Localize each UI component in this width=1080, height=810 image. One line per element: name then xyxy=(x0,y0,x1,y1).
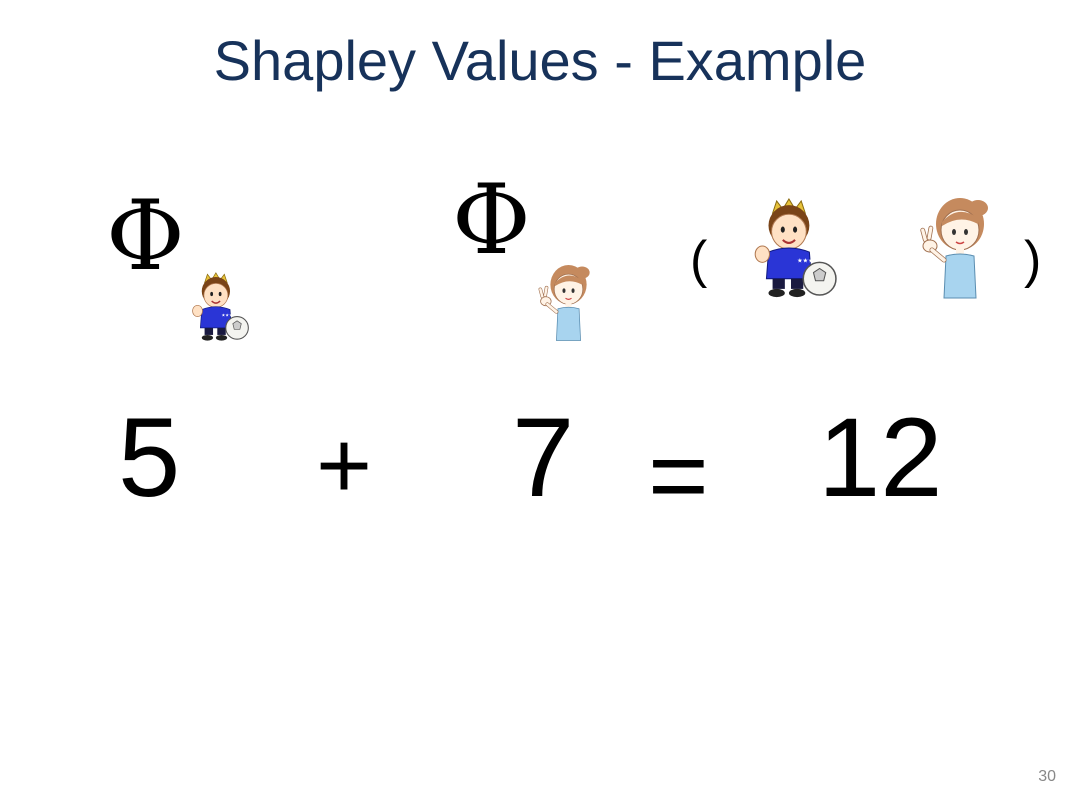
plus-sign: + xyxy=(316,412,373,519)
term-2: 7 xyxy=(512,395,575,520)
slide-title: Shapley Values - Example xyxy=(213,29,867,92)
page-number: 30 xyxy=(1038,768,1056,785)
open-paren: ( xyxy=(690,231,708,289)
phi-symbol-1: Φ xyxy=(106,180,185,292)
term-1: 5 xyxy=(118,395,181,520)
girl-peace-sign-icon xyxy=(536,263,592,342)
boy-soccer-player-icon xyxy=(754,197,837,299)
close-paren: ) xyxy=(1024,231,1042,289)
girl-peace-sign-icon xyxy=(918,194,998,300)
total: 12 xyxy=(818,395,943,520)
boy-soccer-player-icon xyxy=(191,272,250,342)
equals-sign: = xyxy=(648,418,709,534)
phi-symbol-2: Φ xyxy=(452,164,531,276)
